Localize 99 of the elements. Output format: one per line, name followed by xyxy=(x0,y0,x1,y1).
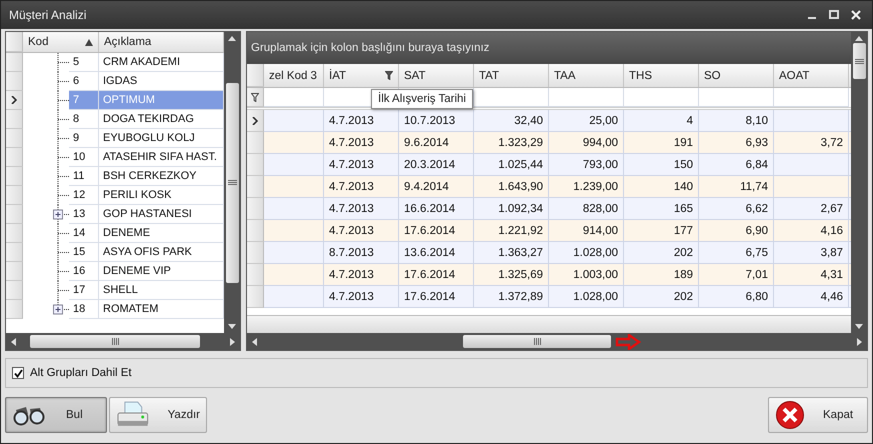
column-title: SO xyxy=(704,70,721,82)
code-cell: 12 xyxy=(69,186,99,205)
maximize-icon[interactable] xyxy=(826,8,842,22)
row-pointer-icon xyxy=(11,96,17,104)
name-cell: CRM AKADEMI xyxy=(99,53,224,72)
scroll-right-icon[interactable] xyxy=(855,338,863,346)
row-indicator[interactable] xyxy=(6,91,23,110)
column-header[interactable]: İAT xyxy=(324,64,399,87)
name-cell: DOGA TEKIRDAG xyxy=(99,110,224,129)
column-title: Kod xyxy=(28,36,48,48)
sort-up-icon xyxy=(85,38,93,46)
name-cell: IGDAS xyxy=(99,72,224,91)
column-header[interactable]: TAT xyxy=(474,64,549,87)
column-header[interactable]: zel Kod 3 xyxy=(264,64,324,87)
column-header[interactable]: AOAT xyxy=(774,64,849,87)
column-header[interactable]: THS xyxy=(624,64,699,87)
printer-icon xyxy=(116,401,150,429)
scroll-down-icon[interactable] xyxy=(228,322,236,330)
horizontal-scrollbar[interactable] xyxy=(247,333,867,350)
column-title: THS xyxy=(629,70,652,82)
code-cell: 15 xyxy=(69,243,99,262)
code-cell: 14 xyxy=(69,224,99,243)
grip-icon xyxy=(228,179,236,186)
scroll-up-icon[interactable] xyxy=(228,35,236,43)
vertical-scrollbar[interactable] xyxy=(224,32,240,333)
group-panel[interactable]: Gruplamak için kolon başlığını buraya taşıyınız xyxy=(247,32,851,64)
filter-field[interactable] xyxy=(624,88,699,107)
code-cell: 11 xyxy=(69,167,99,186)
name-cell: GOP HASTANESI xyxy=(99,205,224,224)
vertical-scrollbar[interactable] xyxy=(851,32,867,333)
filter-field[interactable] xyxy=(699,88,774,107)
table-cell: 17.6.2014 xyxy=(399,286,474,308)
column-title: AOAT xyxy=(779,70,810,82)
scroll-down-icon[interactable] xyxy=(855,322,863,330)
code-cell: 10 xyxy=(69,148,99,167)
name-cell: EYUBOGLU KOLJ xyxy=(99,129,224,148)
code-cell: 16 xyxy=(69,262,99,281)
checkbox[interactable] xyxy=(12,367,24,379)
filter-field[interactable] xyxy=(264,88,324,107)
name-cell: ASYA OFIS PARK xyxy=(99,243,224,262)
code-cell: 9 xyxy=(69,129,99,148)
column-title: Açıklama xyxy=(104,36,152,48)
expand-icon[interactable] xyxy=(53,205,69,224)
grip-icon xyxy=(854,58,864,64)
table-cell: 1.372,89 xyxy=(474,286,549,308)
scroll-right-icon[interactable] xyxy=(228,338,236,346)
scroll-left-icon[interactable] xyxy=(251,338,259,346)
code-cell: 6 xyxy=(69,72,99,91)
code-cell: 18 xyxy=(69,300,99,319)
close-icon[interactable] xyxy=(848,8,864,22)
column-header[interactable]: Kod xyxy=(23,32,99,52)
filter-icon[interactable] xyxy=(385,71,393,80)
table-cell: 4.7.2013 xyxy=(324,286,399,308)
column-title: TAT xyxy=(479,70,500,82)
check-icon xyxy=(14,368,22,378)
grip-icon xyxy=(110,338,120,345)
close-button[interactable]: Kapat xyxy=(768,397,868,433)
tooltip: İlk Alışveriş Tarihi xyxy=(371,89,473,109)
name-cell: BSH CERKEZKOY xyxy=(99,167,224,186)
row-indicator[interactable] xyxy=(247,110,264,132)
table-cell: 6,80 xyxy=(699,286,774,308)
filter-row-icon[interactable] xyxy=(251,92,259,102)
window-title: Müşteri Analizi xyxy=(9,8,88,22)
scroll-left-icon[interactable] xyxy=(10,338,18,346)
column-header[interactable]: SAT xyxy=(399,64,474,87)
code-cell: 13 xyxy=(69,205,99,224)
table-cell: 1.028,00 xyxy=(549,286,624,308)
column-header[interactable]: SO xyxy=(699,64,774,87)
name-cell: DENEME xyxy=(99,224,224,243)
checkbox-label: Alt Grupları Dahil Et xyxy=(30,367,132,379)
filter-field[interactable] xyxy=(474,88,549,107)
name-cell: SHELL xyxy=(99,281,224,300)
column-title: zel Kod 3 xyxy=(269,70,317,82)
name-cell: ROMATEM xyxy=(99,300,224,319)
code-cell: 7 xyxy=(69,91,99,110)
name-cell: PERILI KOSK xyxy=(99,186,224,205)
code-cell: 8 xyxy=(69,110,99,129)
code-cell: 17 xyxy=(69,281,99,300)
name-cell: OPTIMUM xyxy=(99,91,224,110)
group-panel-hint: Gruplamak için kolon başlığını buraya taşıyınız xyxy=(251,42,490,54)
toolbar-button[interactable]: Yazdır xyxy=(109,397,207,433)
column-title: İAT xyxy=(329,70,346,82)
horizontal-scrollbar[interactable] xyxy=(6,333,240,350)
toolbar-button[interactable]: Bul xyxy=(5,397,107,433)
table-cell: 4,46 xyxy=(774,286,849,308)
grip-icon xyxy=(532,338,542,345)
table-cell xyxy=(264,286,324,308)
close-icon xyxy=(775,400,805,430)
column-title: TAA xyxy=(554,70,576,82)
code-cell: 5 xyxy=(69,53,99,72)
table-cell: 202 xyxy=(624,286,699,308)
filter-field[interactable] xyxy=(774,88,849,107)
arrow-right-icon xyxy=(615,334,641,350)
filter-field[interactable] xyxy=(549,88,624,107)
name-cell: ATASEHIR SIFA HAST. xyxy=(99,148,224,167)
column-title: SAT xyxy=(404,70,426,82)
column-header[interactable]: TAA xyxy=(549,64,624,87)
row-pointer-icon xyxy=(252,116,258,124)
name-cell: DENEME VIP xyxy=(99,262,224,281)
